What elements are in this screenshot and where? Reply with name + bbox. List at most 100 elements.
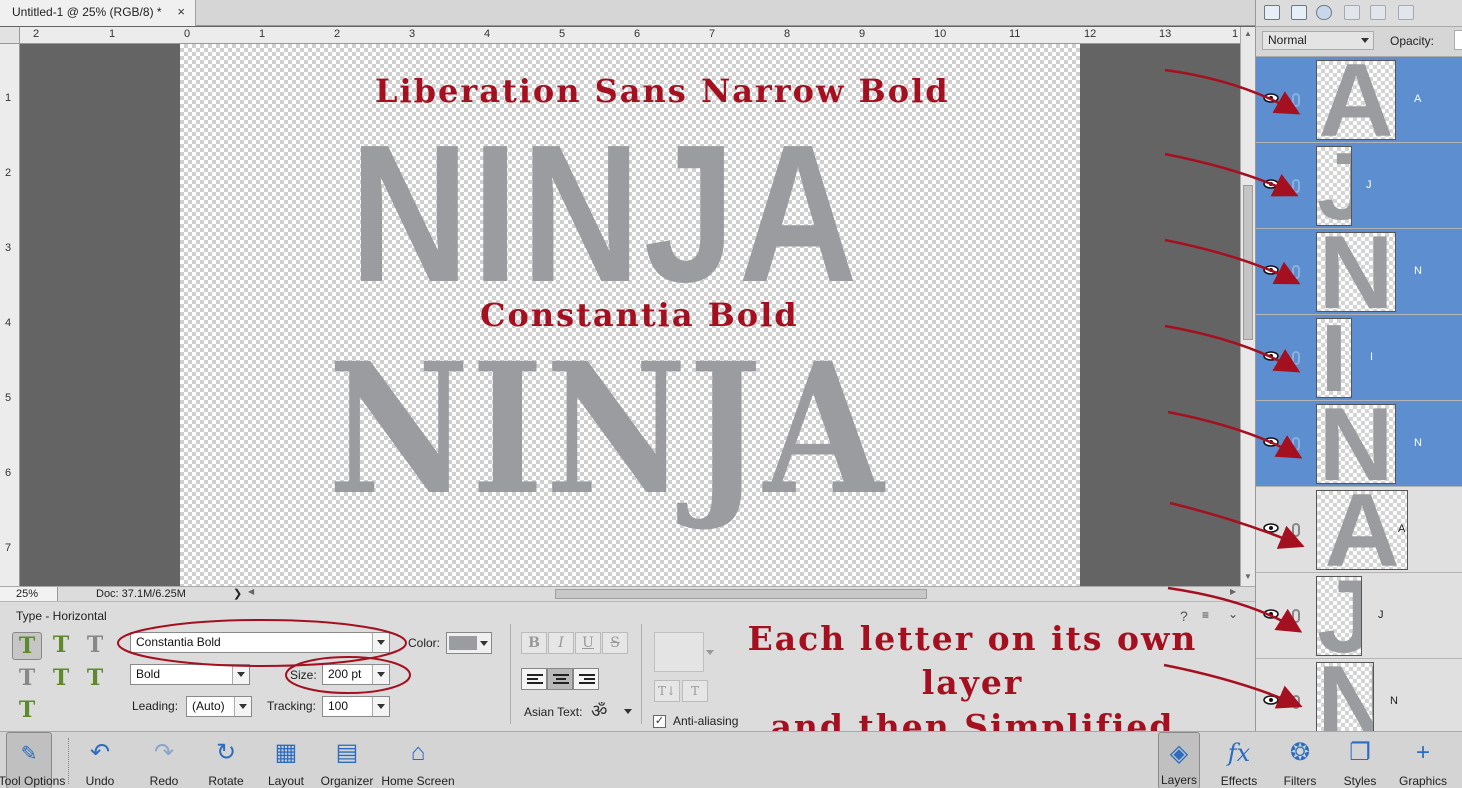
layer-name[interactable]: A: [1414, 93, 1421, 105]
status-menu-chevron-icon[interactable]: ❯: [233, 587, 242, 600]
redo-button[interactable]: ↷ Redo: [144, 732, 184, 788]
eye-icon[interactable]: [1263, 523, 1279, 533]
eye-icon[interactable]: [1263, 93, 1279, 103]
type-on-path-tool-icon[interactable]: T: [12, 697, 42, 725]
panel-menu-icon[interactable]: ≡: [1202, 608, 1209, 622]
horizontal-ruler[interactable]: 2 1 0 1 2 3 4 5 6 7 8 9 10 11 12 13 1: [20, 27, 1240, 44]
vertical-ruler[interactable]: 1 2 3 4 5 6 7: [0, 44, 20, 586]
vertical-scrollbar[interactable]: ▲ ▼: [1240, 27, 1255, 586]
layer-name[interactable]: J: [1366, 179, 1372, 191]
anti-aliasing-checkbox[interactable]: ✓: [653, 715, 666, 728]
vertical-type-mask-tool-icon[interactable]: T: [46, 665, 76, 693]
lock-icon[interactable]: [1370, 5, 1386, 20]
ninja-text-top[interactable]: NINJA: [350, 116, 861, 312]
align-right-button[interactable]: [573, 668, 599, 690]
horizontal-type-mask-tool-icon[interactable]: T: [12, 665, 42, 693]
styles-button[interactable]: ❐ Styles: [1338, 732, 1382, 788]
scroll-down-icon[interactable]: ▼: [1244, 572, 1252, 581]
eye-icon[interactable]: [1263, 437, 1279, 447]
layer-name[interactable]: N: [1390, 695, 1398, 707]
layout-button[interactable]: ▦ Layout: [264, 732, 308, 788]
text-orientation-icon[interactable]: T↓: [654, 680, 680, 702]
link-icon[interactable]: [1292, 437, 1300, 451]
link-icon[interactable]: [1292, 695, 1300, 709]
layer-row[interactable]: N N: [1256, 401, 1462, 487]
layer-row[interactable]: A A: [1256, 487, 1462, 573]
effects-button[interactable]: fx Effects: [1216, 732, 1262, 788]
new-layer-icon[interactable]: [1264, 5, 1280, 20]
link-icon[interactable]: [1292, 265, 1300, 279]
layers-button[interactable]: ◈ Layers: [1158, 732, 1200, 788]
eye-icon[interactable]: [1263, 609, 1279, 619]
undo-button[interactable]: ↶ Undo: [80, 732, 120, 788]
layer-name[interactable]: N: [1414, 437, 1422, 449]
scroll-up-icon[interactable]: ▲: [1244, 29, 1252, 38]
layer-row[interactable]: J J: [1256, 573, 1462, 659]
filters-button[interactable]: ❂ Filters: [1278, 732, 1322, 788]
scroll-left-icon[interactable]: ◀: [248, 587, 254, 596]
organizer-button[interactable]: ▤ Organizer: [318, 732, 376, 788]
type-on-shape-tool-icon[interactable]: T: [80, 632, 110, 660]
adjustment-layer-icon[interactable]: [1316, 5, 1332, 20]
collapse-chevron-icon[interactable]: ⌄: [1228, 607, 1238, 621]
type-on-selection-tool-icon[interactable]: T: [80, 665, 110, 693]
layer-thumbnail: N: [1316, 404, 1396, 484]
help-icon[interactable]: ?: [1180, 608, 1188, 624]
tracking-field[interactable]: 100: [322, 696, 390, 717]
layer-name[interactable]: A: [1398, 523, 1405, 535]
document-tab[interactable]: Untitled-1 @ 25% (RGB/8) * ×: [0, 0, 196, 26]
link-icon[interactable]: [1292, 93, 1300, 107]
layer-row[interactable]: N N: [1256, 229, 1462, 315]
horizontal-scroll-thumb[interactable]: [555, 589, 927, 599]
opacity-field[interactable]: [1454, 30, 1462, 50]
layer-thumbnail: A: [1316, 60, 1396, 140]
layer-name[interactable]: J: [1378, 609, 1384, 621]
rotate-button[interactable]: ↻ Rotate: [202, 732, 250, 788]
close-tab-icon[interactable]: ×: [177, 0, 185, 24]
chevron-down-icon[interactable]: [372, 697, 389, 716]
horizontal-type-tool-icon[interactable]: T: [12, 632, 42, 660]
vertical-scroll-thumb[interactable]: [1243, 185, 1253, 340]
link-icon[interactable]: [1292, 609, 1300, 623]
layer-row[interactable]: I I: [1256, 315, 1462, 401]
chevron-down-icon[interactable]: [480, 641, 488, 646]
asian-text-icon[interactable]: ॐ: [591, 699, 607, 723]
italic-button[interactable]: I: [548, 632, 574, 654]
home-screen-button[interactable]: ⌂ Home Screen: [378, 732, 458, 788]
leading-field[interactable]: (Auto): [186, 696, 252, 717]
eye-icon[interactable]: [1263, 351, 1279, 361]
layer-row[interactable]: J J: [1256, 143, 1462, 229]
underline-button[interactable]: U: [575, 632, 601, 654]
chevron-down-icon[interactable]: [624, 709, 632, 714]
scroll-right-icon[interactable]: ▶: [1230, 587, 1236, 596]
eye-icon[interactable]: [1263, 695, 1279, 705]
zoom-level-field[interactable]: 25%: [0, 587, 58, 602]
layer-name[interactable]: I: [1370, 351, 1373, 363]
eye-icon[interactable]: [1263, 179, 1279, 189]
link-icon[interactable]: [1292, 523, 1300, 537]
text-color-picker[interactable]: [446, 632, 492, 654]
bold-button[interactable]: B: [521, 632, 547, 654]
layer-row[interactable]: A A: [1256, 57, 1462, 143]
lock-transparency-icon[interactable]: [1398, 5, 1414, 20]
strikethrough-button[interactable]: S: [602, 632, 628, 654]
eye-icon[interactable]: [1263, 265, 1279, 275]
chevron-down-icon[interactable]: [234, 697, 251, 716]
align-left-button[interactable]: [521, 668, 547, 690]
layer-thumbnail: I: [1316, 318, 1352, 398]
link-icon[interactable]: [1292, 351, 1300, 365]
new-group-icon[interactable]: [1291, 5, 1307, 20]
align-center-button[interactable]: [547, 668, 573, 690]
tool-options-button[interactable]: ✎: [6, 732, 52, 788]
ruler-origin[interactable]: [0, 27, 20, 44]
layer-name[interactable]: N: [1414, 265, 1422, 277]
document-canvas[interactable]: Liberation Sans Narrow Bold NINJA Consta…: [180, 44, 1080, 586]
vertical-type-tool-icon[interactable]: T: [46, 632, 76, 660]
layer-mask-icon[interactable]: [1344, 5, 1360, 20]
blend-mode-select[interactable]: Normal: [1262, 31, 1374, 50]
link-icon[interactable]: [1292, 179, 1300, 193]
ninja-text-bottom[interactable]: NINJA: [328, 340, 885, 520]
warp-text-swatch[interactable]: [654, 632, 704, 672]
layer-row[interactable]: N N: [1256, 659, 1462, 731]
graphics-button[interactable]: + Graphics: [1396, 732, 1450, 788]
